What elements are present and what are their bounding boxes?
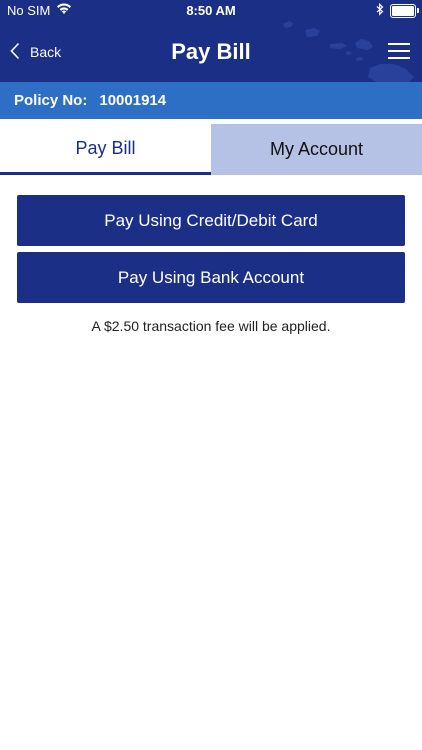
navigation-bar: Back Pay Bill xyxy=(0,22,422,82)
status-bar: No SIM 8:50 AM xyxy=(0,0,422,22)
tab-my-account[interactable]: My Account xyxy=(211,124,422,175)
policy-banner: Policy No: 10001914 xyxy=(0,82,422,119)
battery-icon xyxy=(390,4,419,18)
tab-pay-bill[interactable]: Pay Bill xyxy=(0,124,211,175)
hamburger-menu-icon xyxy=(388,43,410,59)
pay-by-bank-button[interactable]: Pay Using Bank Account xyxy=(17,252,405,303)
policy-label: Policy No: xyxy=(14,92,88,109)
status-right-icons xyxy=(376,2,419,19)
app-header: No SIM 8:50 AM Back Pay Bill xyxy=(0,0,422,82)
transaction-fee-note: A $2.50 transaction fee will be applied. xyxy=(91,318,331,334)
status-time: 8:50 AM xyxy=(186,3,236,18)
page-title: Pay Bill xyxy=(171,39,251,64)
pay-bill-screen: No SIM 8:50 AM Back Pay Bill Policy No: … xyxy=(0,0,422,750)
pay-by-card-button[interactable]: Pay Using Credit/Debit Card xyxy=(17,195,405,246)
battery-level xyxy=(392,6,414,16)
tab-bar: Pay Bill My Account xyxy=(0,124,422,175)
bluetooth-icon xyxy=(376,2,384,19)
policy-number: 10001914 xyxy=(99,92,167,109)
hamburger-menu-button[interactable] xyxy=(388,42,410,60)
